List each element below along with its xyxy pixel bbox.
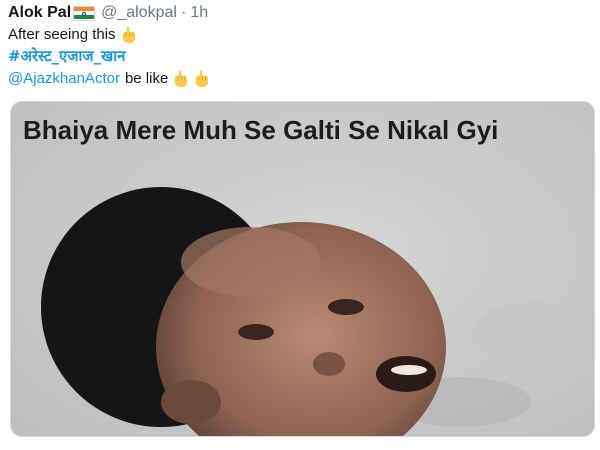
tweet-text: be like <box>124 70 169 87</box>
tweet-text: After seeing this <box>8 26 116 43</box>
pointing-down-hand-icon <box>196 70 209 88</box>
meme-photo <box>11 102 594 436</box>
tweet: Alok Pal @_alokpal · 1h After seeing thi… <box>0 0 600 450</box>
tweet-text-line-3: @AjazkhanActor be like <box>8 69 210 89</box>
mention-link[interactable]: @AjazkhanActor <box>8 69 120 89</box>
india-flag-icon <box>73 5 96 21</box>
author-name[interactable]: Alok Pal <box>8 4 71 22</box>
separator-dot: · <box>180 4 187 21</box>
timestamp[interactable]: 1h <box>190 4 208 22</box>
pointing-down-hand-icon <box>175 70 188 88</box>
tweet-text-line-1: After seeing this <box>8 25 137 45</box>
tweet-media-image[interactable]: Bhaiya Mere Muh Se Galti Se Nikal Gyi <box>10 101 595 437</box>
tweet-text-line-2: #अरेस्ट_एजाज_खान <box>8 46 125 66</box>
hashtag-link[interactable]: #अरेस्ट_एजाज_खान <box>8 46 125 66</box>
meme-caption: Bhaiya Mere Muh Se Galti Se Nikal Gyi <box>23 115 499 145</box>
author-handle[interactable]: @_alokpal <box>101 4 177 22</box>
tweet-header: Alok Pal @_alokpal · 1h <box>8 3 208 23</box>
pointing-down-hand-icon <box>122 26 135 44</box>
